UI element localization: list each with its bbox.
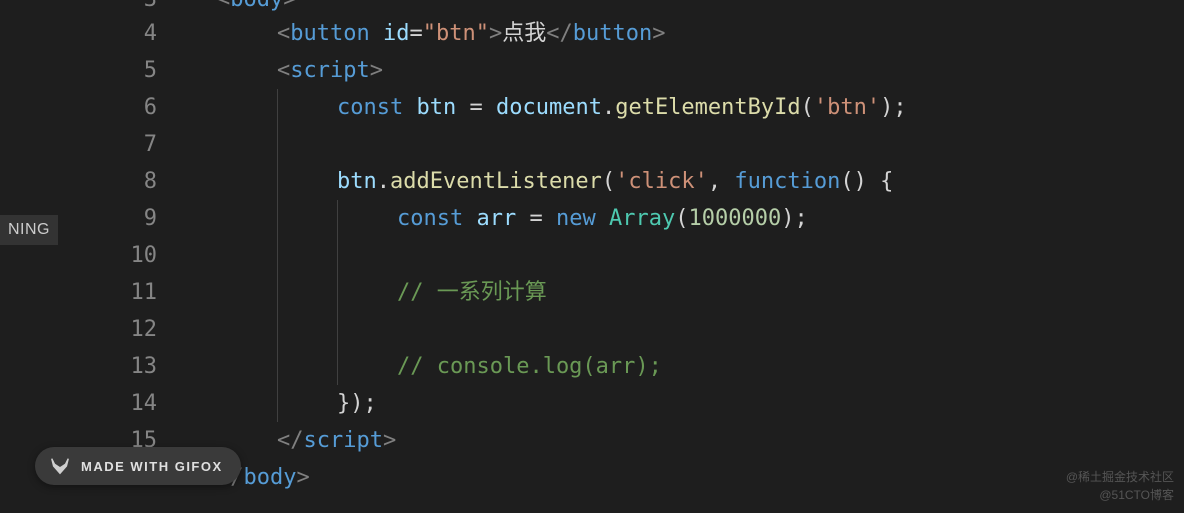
- code-line: </script>: [185, 422, 1184, 459]
- code-line: });: [185, 385, 1184, 422]
- watermark-text: @稀土掘金技术社区: [1066, 468, 1174, 485]
- line-number: 12: [0, 311, 185, 348]
- code-line: [185, 126, 1184, 163]
- code-line: const arr = new Array(1000000);: [185, 200, 1184, 237]
- code-editor[interactable]: 3 4 5 6 7 8 9 10 11 12 13 14 15 16 <body…: [0, 0, 1184, 496]
- line-number-gutter: 3 4 5 6 7 8 9 10 11 12 13 14 15 16: [0, 0, 185, 496]
- line-number: 5: [0, 52, 185, 89]
- line-number: 6: [0, 89, 185, 126]
- code-line: // console.log(arr);: [185, 348, 1184, 385]
- code-content[interactable]: <body> <button id="btn">点我</button> <scr…: [185, 0, 1184, 496]
- fox-icon: [49, 455, 71, 477]
- code-line: btn.addEventListener('click', function()…: [185, 163, 1184, 200]
- code-line: </body>: [185, 459, 1184, 496]
- code-line: // 一系列计算: [185, 274, 1184, 311]
- watermark-text: @51CTO博客: [1099, 486, 1174, 503]
- code-line: const btn = document.getElementById('btn…: [185, 89, 1184, 126]
- line-number: 14: [0, 385, 185, 422]
- code-line: <button id="btn">点我</button>: [185, 15, 1184, 52]
- gifox-badge-label: MADE WITH GIFOX: [81, 459, 223, 474]
- line-number: 13: [0, 348, 185, 385]
- line-number: 11: [0, 274, 185, 311]
- code-line: [185, 311, 1184, 348]
- line-number: 8: [0, 163, 185, 200]
- code-line: <body>: [185, 0, 1184, 15]
- line-number: 7: [0, 126, 185, 163]
- code-line: [185, 237, 1184, 274]
- gifox-badge[interactable]: MADE WITH GIFOX: [35, 447, 241, 485]
- code-line: <script>: [185, 52, 1184, 89]
- sidebar-label-fragment: NING: [0, 215, 58, 245]
- line-number: 4: [0, 15, 185, 52]
- line-number: 3: [0, 0, 185, 15]
